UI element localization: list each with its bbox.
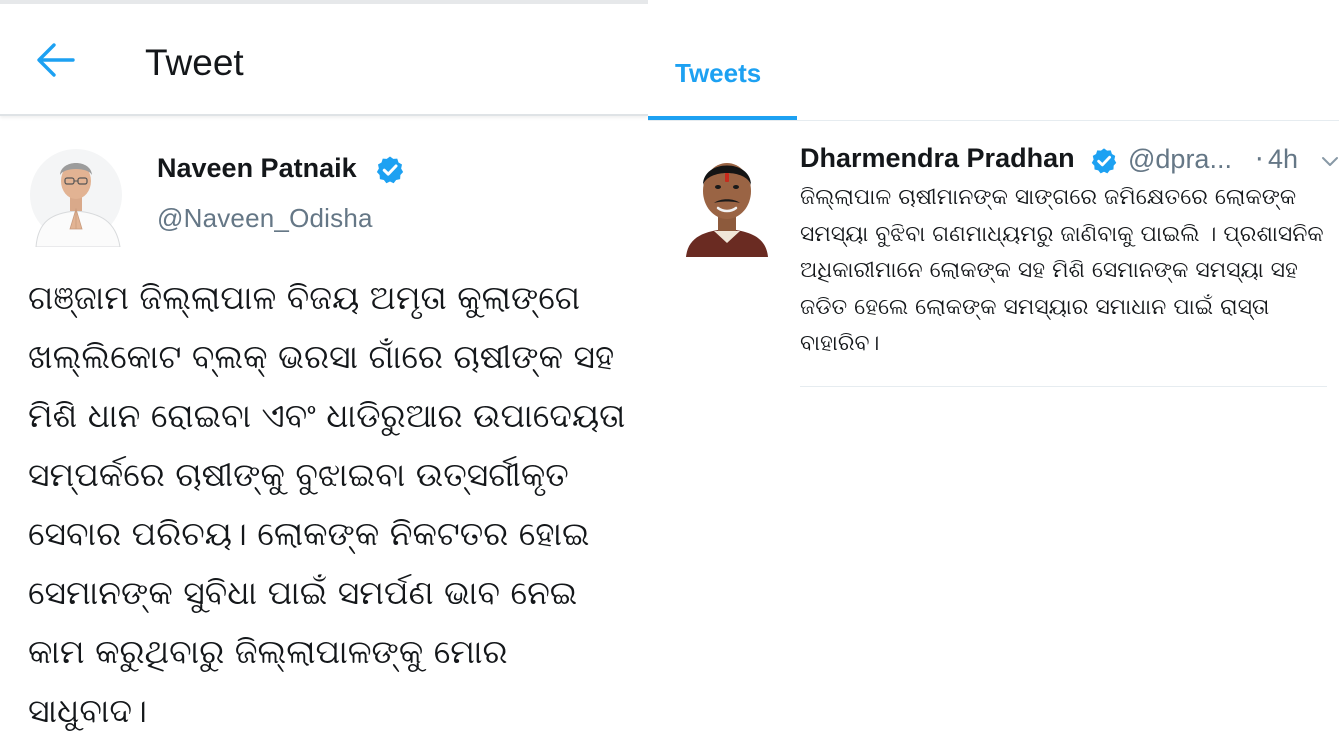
arrow-left-icon	[37, 43, 75, 77]
tab-tweets[interactable]: Tweets	[648, 0, 797, 122]
divider	[648, 120, 1339, 121]
tweet-detail-panel: Tweet Naveen Patnaik @Naveen_Odisha ଗଞ୍ଜ…	[0, 0, 648, 733]
page-title: Tweet	[145, 42, 244, 83]
tweet-header-bar: Tweet	[0, 4, 648, 116]
separator-dot: ·	[1255, 144, 1264, 175]
tab-label: Tweets	[675, 58, 762, 88]
author-name[interactable]: Dharmendra Pradhan	[800, 143, 1075, 174]
back-button[interactable]	[30, 40, 84, 84]
author-handle[interactable]: @dpra...	[1128, 144, 1232, 175]
author-name[interactable]: Naveen Patnaik	[157, 153, 357, 184]
avatar[interactable]	[30, 143, 126, 247]
verified-badge-icon	[376, 156, 404, 184]
chevron-down-icon[interactable]	[1320, 152, 1339, 172]
author-handle[interactable]: @Naveen_Odisha	[157, 203, 373, 234]
divider	[800, 386, 1327, 387]
verified-badge-icon	[1091, 148, 1117, 174]
tweet-text: ଜିଲ୍ଲାପାଳ ଚାଷୀମାନଙ୍କ ସାଙ୍ଗରେ ଜମିକ୍ଷେତରେ …	[800, 185, 1324, 356]
avatar[interactable]	[684, 147, 770, 257]
profile-tweets-panel: Tweets Dharmendra Pradhan @dpra... · 4h …	[648, 0, 1339, 733]
tweet-timestamp[interactable]: 4h	[1268, 144, 1298, 175]
tweet-text: ଗଞ୍ଜାମ ଜିଲ୍ଲାପାଳ ବିଜୟ ଅମୃତା କୁଲାଙ୍ଗେ ଖଲ୍…	[28, 278, 626, 730]
